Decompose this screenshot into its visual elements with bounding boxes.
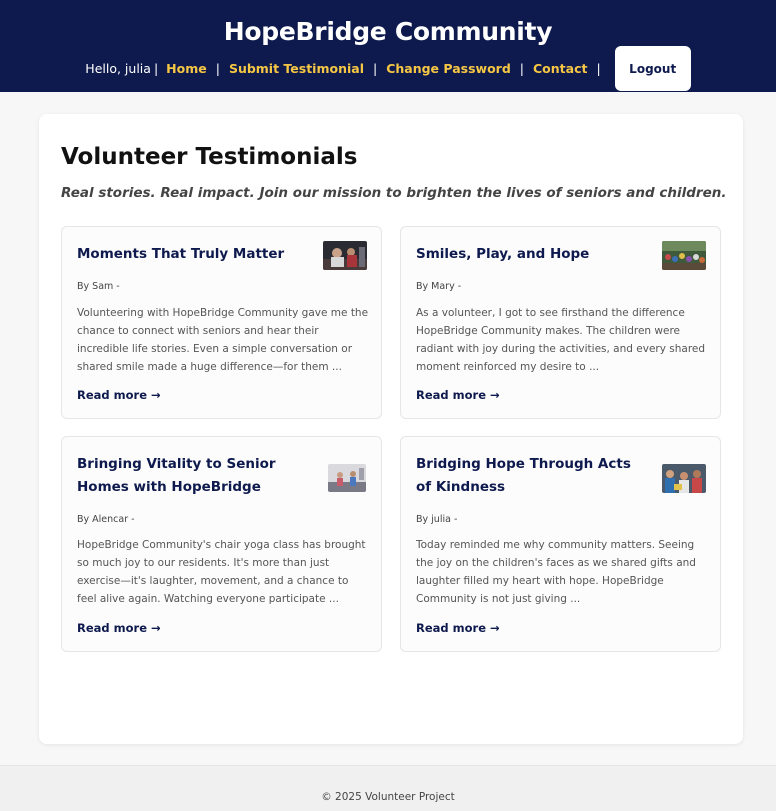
testimonial-thumbnail: [662, 464, 706, 493]
testimonial-excerpt: As a volunteer, I got to see firsthand t…: [416, 307, 706, 373]
read-more-link[interactable]: Read more →: [416, 388, 500, 402]
testimonial-author: By Alencar -: [77, 514, 135, 525]
testimonial-card: Moments That Truly Matter By Sam - Volun…: [61, 226, 382, 419]
nav-contact-link[interactable]: Contact: [533, 61, 587, 76]
nav-submit-testimonial-link[interactable]: Submit Testimonial: [229, 61, 364, 76]
testimonial-excerpt: HopeBridge Community's chair yoga class …: [77, 539, 366, 605]
testimonial-author: By julia -: [416, 514, 458, 525]
logout-button[interactable]: Logout: [614, 46, 691, 91]
testimonials-panel: Volunteer Testimonials Real stories. Rea…: [39, 114, 743, 744]
nav-separator: |: [519, 61, 524, 76]
testimonial-title[interactable]: Bringing Vitality to Senior Homes with H…: [77, 453, 305, 499]
testimonial-title[interactable]: Bridging Hope Through Acts of Kindness: [416, 453, 644, 499]
testimonial-card: Bridging Hope Through Acts of Kindness B…: [400, 436, 721, 652]
testimonial-card: Bringing Vitality to Senior Homes with H…: [61, 436, 382, 652]
site-footer: © 2025 Volunteer Project: [0, 765, 776, 811]
testimonial-excerpt: Volunteering with HopeBridge Community g…: [77, 307, 369, 373]
nav-separator: |: [215, 61, 220, 76]
testimonial-thumbnail: [662, 241, 706, 270]
nav-home-link[interactable]: Home: [166, 61, 207, 76]
nav-separator: |: [596, 61, 601, 76]
testimonial-title[interactable]: Smiles, Play, and Hope: [416, 243, 644, 266]
read-more-link[interactable]: Read more →: [77, 388, 161, 402]
read-more-link[interactable]: Read more →: [77, 621, 161, 635]
site-title: HopeBridge Community: [223, 17, 553, 46]
testimonial-title[interactable]: Moments That Truly Matter: [77, 243, 305, 266]
testimonial-card: Smiles, Play, and Hope By Mary - As a vo…: [400, 226, 721, 419]
read-more-link[interactable]: Read more →: [416, 621, 500, 635]
site-header: HopeBridge Community Hello, julia | Home…: [0, 0, 776, 92]
testimonial-author: By Mary -: [416, 281, 462, 292]
nav-separator: |: [372, 61, 378, 76]
main-nav: Hello, julia | Home | Submit Testimonial…: [0, 46, 776, 91]
user-greeting: Hello, julia: [85, 61, 151, 76]
footer-copyright: © 2025 Volunteer Project: [321, 791, 455, 803]
nav-change-password-link[interactable]: Change Password: [386, 61, 511, 76]
testimonial-thumbnail: [328, 464, 366, 492]
testimonial-excerpt: Today reminded me why community matters.…: [416, 539, 696, 605]
page-title: Volunteer Testimonials: [61, 144, 358, 170]
testimonial-thumbnail: [323, 241, 367, 270]
nav-separator: |: [153, 61, 159, 76]
testimonial-author: By Sam -: [77, 281, 120, 292]
page-subtitle: Real stories. Real impact. Join our miss…: [61, 185, 727, 201]
